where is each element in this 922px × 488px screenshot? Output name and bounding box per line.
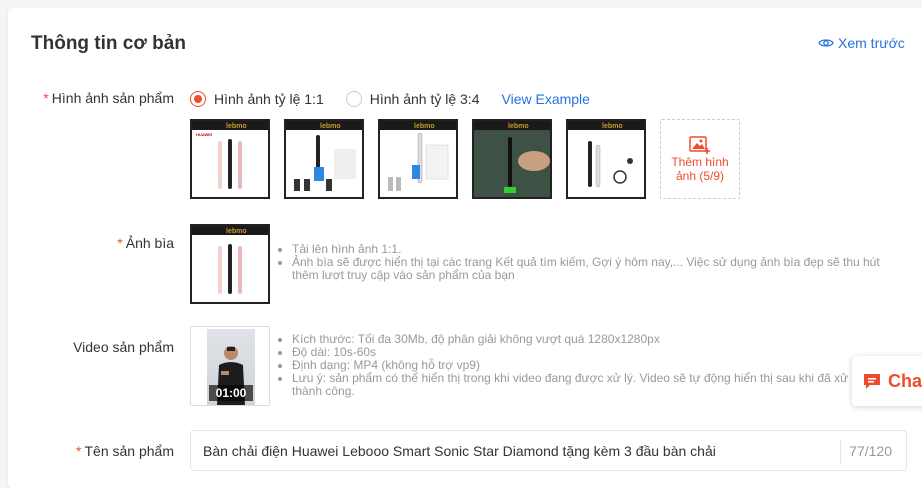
add-image-label-1: Thêm hình [671,155,729,169]
product-image-list: lebmo HUAWEI lebmo lebmo lebmo lebmo Thêm… [190,119,740,199]
ratio-3-4-radio[interactable]: Hình ảnh tỷ lệ 3:4 [345,91,480,107]
view-example-link[interactable]: View Example [502,91,590,107]
ratio-1-1-radio[interactable]: Hình ảnh tỷ lệ 1:1 [190,91,324,107]
video-duration: 01:00 [209,385,253,401]
video-hints: Kích thước: Tối đa 30Mb, độ phân giải kh… [282,333,882,398]
product-name-input[interactable]: Bàn chải điện Huawei Lebooo Smart Sonic … [190,430,907,471]
add-image-button[interactable]: Thêm hình ảnh (5/9) [660,119,740,199]
video-thumb[interactable]: 01:00 [190,326,270,406]
product-image-thumb[interactable]: lebmo [566,119,646,199]
product-name-label: * Tên sản phẩm [76,443,174,459]
video-label: Video sản phẩm [73,339,174,355]
product-image-thumb[interactable]: lebmo HUAWEI [190,119,270,199]
product-image-thumb[interactable]: lebmo [284,119,364,199]
product-images-label: * Hình ảnh sản phẩm [43,90,174,106]
radio-selected-icon [190,91,206,107]
ratio-radio-group: Hình ảnh tỷ lệ 1:1 Hình ảnh tỷ lệ 3:4 Vi… [190,91,590,107]
product-name-value: Bàn chải điện Huawei Lebooo Smart Sonic … [203,442,716,459]
cover-hint: Ảnh bìa sẽ được hiển thị tại các trang K… [292,256,892,282]
product-image-thumb[interactable]: lebmo [378,119,458,199]
chat-button[interactable]: Chat [852,356,922,406]
ratio-1-1-label: Hình ảnh tỷ lệ 1:1 [214,91,324,107]
cover-image-label: * Ảnh bìa [117,235,174,251]
product-image-thumb[interactable]: lebmo [472,119,552,199]
preview-link[interactable]: Xem trước [818,35,905,51]
preview-label: Xem trước [838,35,905,51]
video-hint: Lưu ý: sản phẩm có thể hiển thị trong kh… [292,372,882,398]
add-image-icon [689,136,710,154]
cover-image[interactable]: lebmo [190,224,270,304]
video-hint: Kích thước: Tối đa 30Mb, độ phân giải kh… [292,333,882,346]
eye-icon [818,39,834,47]
cover-hints: Tải lên hình ảnh 1:1. Ảnh bìa sẽ được hi… [282,243,892,282]
ratio-3-4-label: Hình ảnh tỷ lệ 3:4 [369,91,480,107]
char-counter: 77/120 [840,439,906,464]
section-title: Thông tin cơ bản [31,33,186,54]
chat-icon [864,374,880,389]
radio-unselected-icon [345,91,362,107]
chat-label: Chat [888,370,922,391]
add-image-label-2: ảnh (5/9) [675,169,725,183]
